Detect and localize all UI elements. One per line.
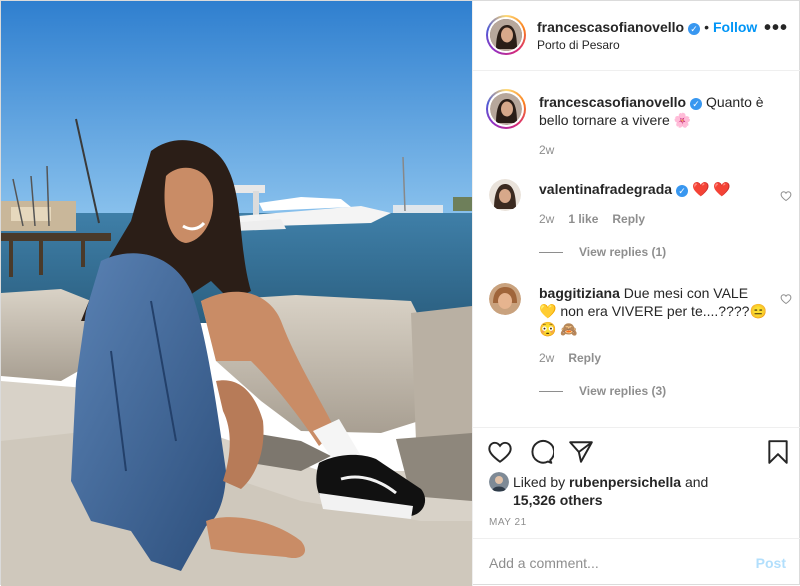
comment-line-2: 💛 non era VIVERE per te....????😑 <box>539 303 767 319</box>
view-replies-label: View replies (1) <box>579 245 667 259</box>
likes-count[interactable]: 15,326 others <box>513 491 603 509</box>
comment-username[interactable]: baggitiziana <box>539 285 620 301</box>
view-replies-button[interactable]: View replies (1) <box>539 245 666 259</box>
story-ring[interactable] <box>486 15 526 55</box>
post-header: francescasofianovello ✓ • Follow Porto di P… <box>473 1 800 71</box>
share-icon[interactable] <box>568 439 594 465</box>
comment-avatar[interactable] <box>489 179 521 211</box>
comment-text: Due mesi con VALE <box>623 285 749 301</box>
post-side-panel: francescasofianovello ✓ • Follow Porto di P… <box>472 1 800 586</box>
avatar-image <box>490 19 522 51</box>
avatar-image <box>490 93 522 125</box>
comment-age: 2w <box>539 212 555 226</box>
caption-username[interactable]: francescasofianovello <box>539 94 686 110</box>
comment-avatar[interactable] <box>489 283 521 315</box>
verified-icon: ✓ <box>676 185 689 197</box>
caption-avatar[interactable] <box>490 93 522 125</box>
separator-dot: • <box>704 19 709 35</box>
comment-text-block: valentinafradegrada ✓ ❤️ ❤️ <box>539 180 769 198</box>
liked-by-and: and <box>684 474 709 490</box>
caption-text-block: francescasofianovello ✓ Quanto è bello to… <box>539 93 779 129</box>
comment-icon[interactable] <box>528 439 554 465</box>
reply-button[interactable]: Reply <box>612 212 645 226</box>
caption-emoji: 🌸 <box>673 112 692 128</box>
post-actions: Liked by rubenpersichella and 15,326 oth… <box>473 427 800 537</box>
add-comment-input[interactable] <box>489 553 739 573</box>
divider <box>539 251 563 253</box>
comment-line-1: baggitiziana Due mesi con VALE <box>539 284 769 302</box>
comments-section[interactable]: francescasofianovello ✓ Quanto è bello to… <box>473 71 800 427</box>
avatar-image <box>489 283 521 315</box>
comment-line-3: 😳 🙈 <box>539 321 578 337</box>
avatar-image <box>489 472 509 492</box>
others-count[interactable]: 15,326 others <box>513 492 603 508</box>
like-comment-heart-icon[interactable] <box>780 293 792 305</box>
post-photo[interactable] <box>1 1 472 586</box>
avatar[interactable] <box>490 19 522 51</box>
comment-text: ❤️ ❤️ <box>691 181 731 197</box>
more-options-icon[interactable]: ••• <box>764 18 788 38</box>
avatar-image <box>489 179 521 211</box>
liked-by-user[interactable]: rubenpersichella <box>569 474 681 490</box>
post-button[interactable]: Post <box>756 555 786 571</box>
view-replies-label: View replies (3) <box>579 384 667 398</box>
header-username[interactable]: francescasofianovello <box>537 19 684 35</box>
post-date[interactable]: MAY 21 <box>489 517 527 528</box>
view-replies-button[interactable]: View replies (3) <box>539 384 666 398</box>
divider <box>539 390 563 392</box>
liked-by-text: Liked by rubenpersichella and <box>513 473 708 491</box>
reply-button[interactable]: Reply <box>568 351 601 365</box>
comment-meta: 2w Reply <box>539 351 601 365</box>
comment-text-block: baggitiziana Due mesi con VALE 💛 non era… <box>539 284 769 338</box>
caption-age: 2w <box>539 143 555 157</box>
add-comment-bar: Post <box>473 538 800 586</box>
comment-meta: 2w 1 like Reply <box>539 212 645 226</box>
header-title-row: francescasofianovello ✓ • Follow <box>537 19 757 35</box>
bookmark-icon[interactable] <box>765 439 791 465</box>
liker-avatar[interactable] <box>489 472 509 492</box>
comment-likes[interactable]: 1 like <box>568 212 598 226</box>
photo-illustration <box>1 1 472 586</box>
heart-icon[interactable] <box>487 439 513 465</box>
instagram-post: francescasofianovello ✓ • Follow Porto di P… <box>0 0 800 586</box>
verified-icon: ✓ <box>690 98 703 110</box>
like-comment-heart-icon[interactable] <box>780 190 792 202</box>
caption-story-ring[interactable] <box>486 89 526 129</box>
comment-username[interactable]: valentinafradegrada <box>539 181 672 197</box>
location-link[interactable]: Porto di Pesaro <box>537 38 620 52</box>
follow-button[interactable]: Follow <box>713 19 757 35</box>
comment-age: 2w <box>539 351 555 365</box>
verified-icon: ✓ <box>688 23 701 35</box>
liked-by-prefix: Liked by <box>513 474 566 490</box>
